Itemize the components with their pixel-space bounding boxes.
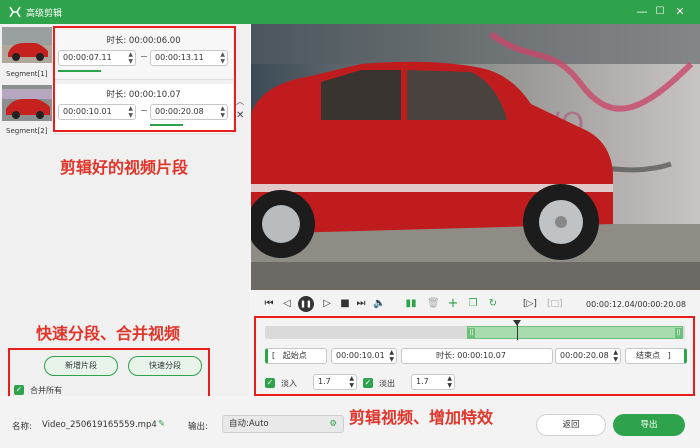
app-logo-icon	[9, 6, 21, 18]
start-point-button[interactable]: [ 起始点	[265, 348, 327, 364]
delete-icon[interactable]: 🗑	[427, 298, 440, 310]
right-handle-icon[interactable]: ||	[675, 328, 682, 338]
end-time-input[interactable]: 00:00:20.08 ▲ ▼	[555, 348, 621, 364]
left-handle-icon[interactable]: ||	[468, 328, 475, 338]
reset-icon[interactable]: ↻	[487, 298, 499, 310]
skip-start-icon[interactable]: ⏮	[263, 298, 275, 310]
skip-end-icon[interactable]: ⏭	[355, 298, 367, 310]
back-button[interactable]: 返回	[536, 414, 606, 436]
annotation-edit: 剪辑视频、增加特效	[349, 408, 494, 427]
maximize-button[interactable]: ☐	[652, 4, 668, 20]
segment-label: Segment[1]	[6, 70, 48, 78]
step-back-icon[interactable]: ◁	[281, 298, 293, 310]
edit-name-icon[interactable]: ✎	[158, 419, 165, 429]
annotation-clips: 剪辑好的视频片段	[60, 158, 189, 177]
edit-panel: || || [ 起始点 00:00:10.01 ▲ ▼ 时长: 00:00:10.0…	[251, 314, 700, 396]
title-bar: 高级剪辑 — ☐ ✕	[0, 0, 700, 24]
segment-panel: Segment[1] 时长: 00:00:06.00 00:00:07.11 ▲ ▼…	[0, 24, 249, 404]
split-icon[interactable]: ▮▮	[405, 298, 417, 310]
timeline-track[interactable]: || ||	[265, 320, 685, 340]
pause-icon[interactable]: ❚❚	[298, 296, 314, 312]
end-point-button[interactable]: 结束点 ]	[625, 348, 687, 364]
fade-out-checkbox[interactable]: ✓	[363, 378, 373, 388]
file-name: Video_250619165559.mp4	[42, 420, 157, 430]
output-select[interactable]: 自动:Auto ⚙	[222, 415, 344, 433]
volume-icon[interactable]: 🔈	[373, 298, 385, 310]
player-controls: ⏮ ◁ ❚❚ ▷ ■ ⏭ 🔈 ▮▮ 🗑 + ❐ ↻ [▷] [□] 00:00:…	[251, 292, 700, 314]
segment-close-icon[interactable]: ✕	[236, 110, 244, 121]
mark-in-icon[interactable]: [▷]	[523, 298, 537, 310]
video-preview[interactable]: WQ	[251, 24, 700, 290]
segment-thumbnail[interactable]	[2, 27, 52, 63]
fade-in-checkbox[interactable]: ✓	[265, 378, 275, 388]
output-label: 输出:	[188, 422, 208, 432]
new-segment-button[interactable]: 新增片段	[44, 356, 118, 376]
name-label: 名称:	[12, 422, 32, 432]
fade-in-label: 淡入	[281, 379, 297, 388]
add-icon[interactable]: +	[447, 297, 459, 310]
footer-bar: 名称: Video_250619165559.mp4 ✎ 输出: 自动:Auto…	[0, 396, 700, 448]
fade-out-label: 淡出	[379, 379, 395, 388]
window-title: 高级剪辑	[26, 9, 63, 19]
segment-label: Segment[2]	[6, 127, 48, 135]
gear-icon: ⚙	[329, 419, 337, 429]
duration-display: 时长: 00:00:10.07	[401, 348, 553, 364]
playhead[interactable]	[513, 320, 521, 340]
export-button[interactable]: 导出	[613, 414, 685, 436]
fade-out-input[interactable]: 1.7 ▲ ▼	[411, 374, 455, 390]
trim-row: [ 起始点 00:00:10.01 ▲ ▼ 时长: 00:00:10.07 00:0…	[265, 348, 687, 364]
step-forward-icon[interactable]: ▷	[321, 298, 333, 310]
merge-all-label: 合并所有	[30, 386, 62, 395]
segment-thumbnail[interactable]	[2, 85, 52, 121]
minimize-button[interactable]: —	[634, 4, 650, 20]
quick-split-button[interactable]: 快速分段	[128, 356, 202, 376]
highlight-box	[53, 26, 236, 132]
merge-all-checkbox[interactable]: ✓	[14, 385, 24, 395]
copy-icon[interactable]: ❐	[467, 298, 479, 310]
start-time-input[interactable]: 00:00:10.01 ▲ ▼	[331, 348, 397, 364]
playback-time: 00:00:12.04/00:00:20.08	[586, 300, 686, 309]
chevron-up-icon[interactable]: ︿	[236, 96, 244, 107]
timeline-selection[interactable]: || ||	[467, 326, 683, 339]
mark-out-icon[interactable]: [□]	[547, 298, 563, 310]
stop-icon[interactable]: ■	[339, 298, 351, 310]
close-button[interactable]: ✕	[672, 4, 688, 20]
fade-in-input[interactable]: 1.7 ▲ ▼	[313, 374, 357, 390]
annotation-split: 快速分段、合并视频	[36, 324, 181, 343]
